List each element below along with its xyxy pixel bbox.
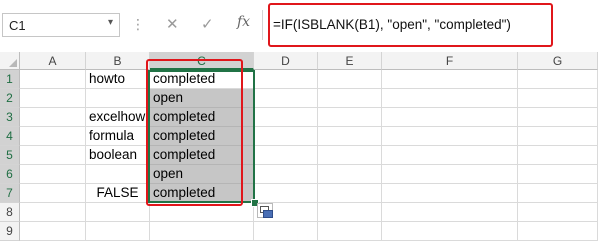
cell-g5[interactable] [518, 146, 598, 165]
worksheet-grid: A B C D E F G 1 2 3 4 5 6 7 8 9 howto co… [0, 52, 598, 244]
row-header-8[interactable]: 8 [0, 203, 20, 222]
cell-b4[interactable]: formula [86, 127, 150, 146]
cell-f5[interactable] [382, 146, 518, 165]
column-header-e[interactable]: E [318, 52, 382, 70]
cell-g2[interactable] [518, 89, 598, 108]
cell-e9[interactable] [318, 222, 382, 241]
cell-d3[interactable] [254, 108, 318, 127]
cell-d5[interactable] [254, 146, 318, 165]
cell-e1[interactable] [318, 70, 382, 89]
cell-a4[interactable] [20, 127, 86, 146]
cell-d9[interactable] [254, 222, 318, 241]
cancel-icon[interactable]: ✕ [166, 15, 179, 33]
cell-b1[interactable]: howto [86, 70, 150, 89]
cell-d6[interactable] [254, 165, 318, 184]
cell-e7[interactable] [318, 184, 382, 203]
enter-icon[interactable]: ✓ [201, 15, 214, 33]
name-box[interactable]: C1 ▾ [2, 13, 120, 37]
autofill-options-button[interactable] [257, 203, 273, 218]
cell-b9[interactable] [86, 222, 150, 241]
cell-d4[interactable] [254, 127, 318, 146]
cell-a5[interactable] [20, 146, 86, 165]
formula-highlight-box [268, 3, 553, 47]
cell-d1[interactable] [254, 70, 318, 89]
row-header-5[interactable]: 5 [0, 146, 20, 165]
cell-f2[interactable] [382, 89, 518, 108]
cell-d7[interactable] [254, 184, 318, 203]
drag-handle-icon[interactable]: ⋮ [131, 16, 145, 33]
autofill-icon-fill [263, 210, 273, 218]
cell-a3[interactable] [20, 108, 86, 127]
cell-g6[interactable] [518, 165, 598, 184]
cells-highlight-box [146, 59, 243, 206]
chevron-down-icon[interactable]: ▾ [108, 17, 113, 28]
cell-f3[interactable] [382, 108, 518, 127]
insert-function-icon[interactable]: fx [237, 14, 250, 30]
cell-e6[interactable] [318, 165, 382, 184]
cell-e3[interactable] [318, 108, 382, 127]
row-header-3[interactable]: 3 [0, 108, 20, 127]
cell-b7[interactable]: FALSE [86, 184, 150, 203]
cell-a1[interactable] [20, 70, 86, 89]
name-box-value: C1 [9, 18, 26, 33]
cell-e4[interactable] [318, 127, 382, 146]
cell-g8[interactable] [518, 203, 598, 222]
cell-d2[interactable] [254, 89, 318, 108]
cell-a7[interactable] [20, 184, 86, 203]
cell-a2[interactable] [20, 89, 86, 108]
cell-b8[interactable] [86, 203, 150, 222]
cell-g7[interactable] [518, 184, 598, 203]
cell-f8[interactable] [382, 203, 518, 222]
cell-a9[interactable] [20, 222, 86, 241]
row-header-1[interactable]: 1 [0, 70, 20, 89]
cell-f4[interactable] [382, 127, 518, 146]
cell-b3[interactable]: excelhow [86, 108, 150, 127]
cell-b5[interactable]: boolean [86, 146, 150, 165]
cell-f9[interactable] [382, 222, 518, 241]
cell-g3[interactable] [518, 108, 598, 127]
select-all-icon [9, 59, 17, 67]
cell-g1[interactable] [518, 70, 598, 89]
column-header-b[interactable]: B [86, 52, 150, 70]
cell-e5[interactable] [318, 146, 382, 165]
cell-a6[interactable] [20, 165, 86, 184]
cell-f6[interactable] [382, 165, 518, 184]
cell-f1[interactable] [382, 70, 518, 89]
cell-a8[interactable] [20, 203, 86, 222]
cell-f7[interactable] [382, 184, 518, 203]
row-header-4[interactable]: 4 [0, 127, 20, 146]
column-header-f[interactable]: F [382, 52, 518, 70]
cell-c9[interactable] [150, 222, 254, 241]
column-header-d[interactable]: D [254, 52, 318, 70]
column-header-a[interactable]: A [20, 52, 86, 70]
cell-g4[interactable] [518, 127, 598, 146]
row-header-2[interactable]: 2 [0, 89, 20, 108]
cell-g9[interactable] [518, 222, 598, 241]
column-header-g[interactable]: G [518, 52, 598, 70]
cell-b2[interactable] [86, 89, 150, 108]
row-header-9[interactable]: 9 [0, 222, 20, 241]
row-header-6[interactable]: 6 [0, 165, 20, 184]
row-header-7[interactable]: 7 [0, 184, 20, 203]
select-all-button[interactable] [0, 52, 20, 70]
cell-e2[interactable] [318, 89, 382, 108]
cell-e8[interactable] [318, 203, 382, 222]
cell-b6[interactable] [86, 165, 150, 184]
formula-bar: C1 ▾ ⋮ ✕ ✓ fx =IF(ISBLANK(B1), "open", "… [0, 0, 598, 52]
